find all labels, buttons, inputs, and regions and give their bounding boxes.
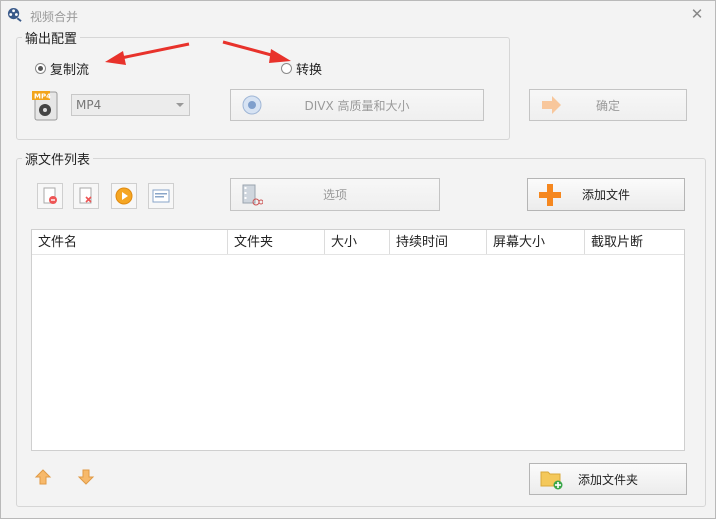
file-delete-icon <box>79 187 92 204</box>
options-button[interactable]: 选项 <box>230 178 440 211</box>
video-merge-window: 视频合并 ✕ 输出配置 复制流 转换 MP4 MP4 DIVX 高质量和大小 确… <box>0 0 716 519</box>
info-card-icon <box>152 189 170 203</box>
confirm-button[interactable]: 确定 <box>529 89 687 121</box>
table-header: 文件名 文件夹 大小 持续时间 屏幕大小 截取片断 <box>32 230 684 255</box>
column-header-folder[interactable]: 文件夹 <box>228 230 325 254</box>
film-reel-icon <box>7 7 22 22</box>
mp4-file-icon: MP4 <box>32 91 58 121</box>
copy-stream-label: 复制流 <box>50 63 90 78</box>
info-button[interactable] <box>148 183 174 209</box>
format-select[interactable]: MP4 <box>71 94 190 116</box>
film-cut-icon <box>242 184 263 205</box>
gear-icon <box>242 95 262 115</box>
column-header-clip[interactable]: 截取片断 <box>585 230 684 254</box>
add-file-button[interactable]: 添加文件 <box>527 178 685 211</box>
window-title: 视频合并 <box>30 10 79 24</box>
svg-text:MP4: MP4 <box>34 93 51 101</box>
add-file-label: 添加文件 <box>581 188 630 202</box>
column-header-duration[interactable]: 持续时间 <box>390 230 487 254</box>
chevron-down-icon <box>176 103 184 107</box>
delete-file-button[interactable] <box>73 183 99 209</box>
radio-checked-icon <box>35 63 46 74</box>
quality-label: DIVX 高质量和大小 <box>304 98 410 113</box>
file-remove-icon <box>43 187 57 204</box>
convert-label: 转换 <box>296 63 323 78</box>
folder-add-icon <box>540 471 563 490</box>
move-up-button[interactable] <box>34 468 54 488</box>
arrow-right-icon <box>542 96 561 114</box>
close-icon: ✕ <box>690 5 704 23</box>
add-folder-button[interactable]: 添加文件夹 <box>529 463 687 495</box>
source-files-label: 源文件列表 <box>22 149 94 168</box>
options-label: 选项 <box>322 188 347 202</box>
format-value: MP4 <box>76 98 102 112</box>
file-table[interactable]: 文件名 文件夹 大小 持续时间 屏幕大小 截取片断 <box>31 229 685 451</box>
quality-button[interactable]: DIVX 高质量和大小 <box>230 89 484 121</box>
play-icon <box>115 187 133 205</box>
add-folder-label: 添加文件夹 <box>577 472 638 487</box>
plus-icon <box>539 183 561 206</box>
remove-file-button[interactable] <box>37 183 63 209</box>
arrow-up-icon <box>34 469 52 485</box>
copy-stream-radio[interactable]: 复制流 <box>35 59 89 78</box>
play-button[interactable] <box>111 183 137 209</box>
column-header-size[interactable]: 大小 <box>325 230 390 254</box>
output-config-label: 输出配置 <box>22 28 81 47</box>
move-down-button[interactable] <box>77 468 97 488</box>
annotation-arrow-right <box>222 40 291 63</box>
annotation-arrow-left <box>105 42 190 65</box>
title-bar: 视频合并 ✕ <box>1 1 715 28</box>
arrow-down-icon <box>77 469 95 485</box>
column-header-screen-size[interactable]: 屏幕大小 <box>487 230 585 254</box>
column-header-filename[interactable]: 文件名 <box>32 230 228 254</box>
close-button[interactable]: ✕ <box>689 6 705 22</box>
confirm-label: 确定 <box>595 98 620 113</box>
